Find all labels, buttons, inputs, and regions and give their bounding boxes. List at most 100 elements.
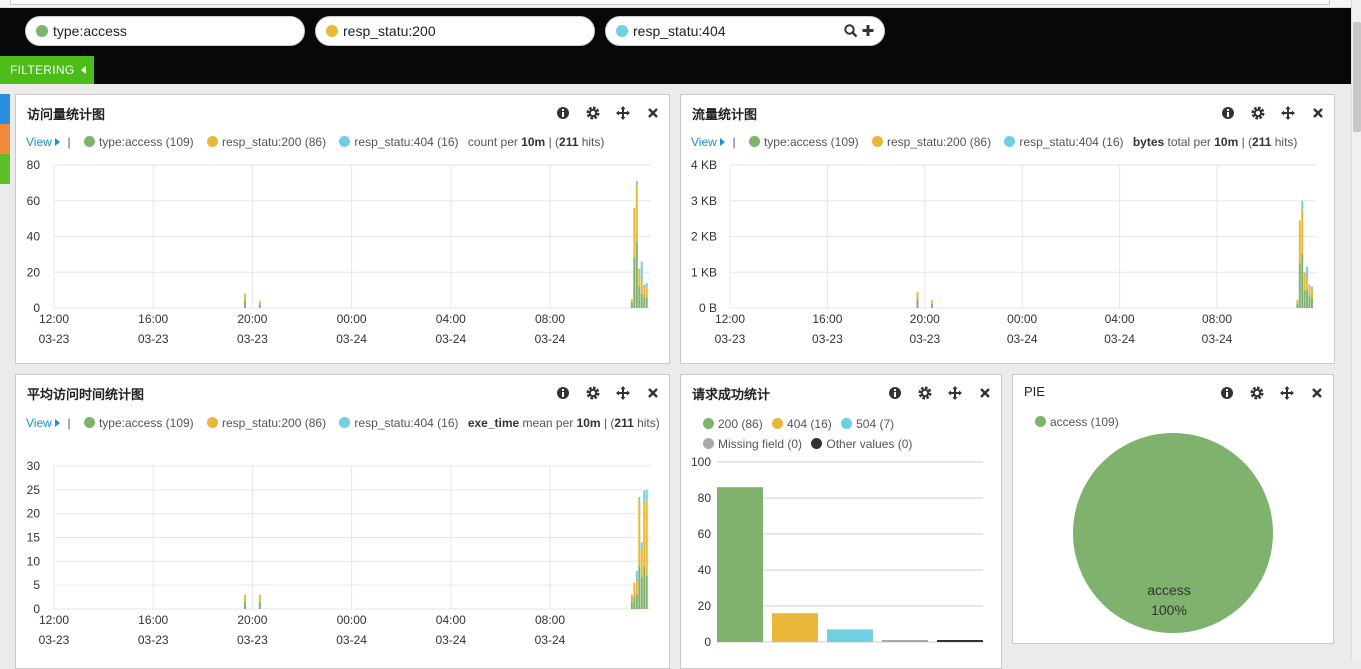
gear-icon[interactable]: [1250, 105, 1266, 121]
legend-item[interactable]: 404 (16): [787, 417, 832, 431]
histogram-bar-segment[interactable]: [640, 578, 643, 609]
histogram-bar-segment[interactable]: [643, 490, 646, 505]
info-icon[interactable]: [887, 385, 903, 401]
move-icon[interactable]: [1280, 105, 1296, 121]
side-tab-green[interactable]: [0, 154, 10, 184]
histogram-bar-segment[interactable]: [645, 286, 648, 298]
legend-item[interactable]: resp_statu:404 (16): [1019, 135, 1123, 149]
histogram-bar-segment[interactable]: [1308, 284, 1311, 287]
legend-item[interactable]: type:access (109): [99, 416, 194, 430]
histogram-bar-segment[interactable]: [638, 496, 641, 500]
move-icon[interactable]: [615, 105, 631, 121]
histogram-bar-segment[interactable]: [1303, 290, 1306, 308]
histogram-bar-segment[interactable]: [645, 489, 648, 500]
histogram-bar-segment[interactable]: [916, 291, 919, 300]
histogram-bar-segment[interactable]: [1306, 290, 1309, 308]
histogram-bar-segment[interactable]: [638, 286, 641, 308]
histogram-bar-segment[interactable]: [645, 297, 648, 308]
query-input-2[interactable]: resp_statu:200: [315, 16, 595, 46]
histogram-bar-segment[interactable]: [645, 575, 648, 609]
histogram-bar-segment[interactable]: [638, 566, 641, 609]
legend-dot-200[interactable]: [872, 136, 884, 147]
gear-icon[interactable]: [585, 105, 601, 121]
plus-icon[interactable]: [862, 23, 874, 39]
legend-item[interactable]: resp_statu:200 (86): [222, 135, 326, 149]
histogram-bar-segment[interactable]: [645, 499, 648, 576]
query-input-1[interactable]: type:access: [25, 16, 305, 46]
legend-item[interactable]: Missing field (0): [718, 437, 802, 451]
histogram-bar-segment[interactable]: [633, 207, 636, 258]
histogram-bar-segment[interactable]: [1306, 266, 1309, 278]
view-menu-link[interactable]: View: [691, 135, 726, 149]
query-input-3[interactable]: resp_statu:404: [605, 16, 885, 46]
terms-bar[interactable]: [937, 640, 983, 642]
histogram-bar-segment[interactable]: [638, 268, 641, 287]
histogram-bar-segment[interactable]: [243, 594, 246, 602]
histogram-bar-segment[interactable]: [630, 594, 633, 602]
histogram-bar-segment[interactable]: [1310, 286, 1313, 291]
query-color-dot[interactable]: [36, 25, 48, 37]
legend-dot-access[interactable]: [748, 136, 760, 147]
legend-item[interactable]: Other values (0): [826, 437, 912, 451]
legend-item[interactable]: resp_statu:200 (86): [887, 135, 991, 149]
terms-bar[interactable]: [772, 613, 818, 642]
view-menu-link[interactable]: View: [26, 135, 61, 149]
query-color-dot[interactable]: [616, 25, 628, 37]
histogram-bar-segment[interactable]: [635, 570, 638, 581]
query-color-dot[interactable]: [326, 25, 338, 37]
gear-icon[interactable]: [917, 385, 933, 401]
legend-dot-200[interactable]: [207, 136, 219, 147]
info-icon[interactable]: [1220, 105, 1236, 121]
histogram-bar-segment[interactable]: [643, 297, 646, 308]
legend-dot-200[interactable]: [207, 417, 219, 428]
close-icon[interactable]: [645, 105, 661, 121]
legend-dot-504[interactable]: [841, 418, 853, 429]
move-icon[interactable]: [615, 385, 631, 401]
search-icon[interactable]: [844, 23, 858, 39]
histogram-bar-segment[interactable]: [1301, 200, 1304, 210]
histogram-bar-segment[interactable]: [635, 580, 638, 595]
histogram-bar-segment[interactable]: [645, 282, 648, 287]
scrollbar-thumb[interactable]: [1353, 22, 1361, 132]
legend-dot-404[interactable]: [339, 136, 351, 147]
legend-item[interactable]: resp_statu:404 (16): [354, 135, 458, 149]
legend-dot-404[interactable]: [1004, 136, 1016, 147]
histogram-bar-segment[interactable]: [243, 601, 246, 609]
histogram-bar-segment[interactable]: [931, 300, 934, 304]
histogram-bar-segment[interactable]: [635, 241, 638, 308]
info-icon[interactable]: [555, 385, 571, 401]
legend-dot-access[interactable]: [83, 417, 95, 428]
histogram-bar-segment[interactable]: [1301, 209, 1304, 255]
terms-bar[interactable]: [827, 629, 873, 642]
gear-icon[interactable]: [585, 385, 601, 401]
histogram-bar-segment[interactable]: [640, 293, 643, 308]
legend-item[interactable]: 200 (86): [718, 417, 763, 431]
histogram-bar-segment[interactable]: [258, 601, 261, 609]
side-tab-blue[interactable]: [0, 94, 10, 124]
legend-dot-404[interactable]: [339, 417, 351, 428]
legend-item[interactable]: resp_statu:200 (86): [222, 416, 326, 430]
histogram-bar-segment[interactable]: [630, 601, 633, 609]
histogram-bar-segment[interactable]: [243, 293, 246, 301]
histogram-bar-segment[interactable]: [1296, 303, 1299, 308]
histogram-bar-segment[interactable]: [633, 257, 636, 308]
histogram-bar-segment[interactable]: [643, 284, 646, 289]
legend-dot-missing[interactable]: [703, 438, 714, 449]
histogram-bar-segment[interactable]: [258, 594, 261, 602]
histogram-bar-segment[interactable]: [1298, 220, 1301, 264]
histogram-bar-segment[interactable]: [640, 261, 643, 282]
legend-item[interactable]: 504 (7): [856, 417, 894, 431]
histogram-bar-segment[interactable]: [643, 566, 646, 609]
histogram-bar-segment[interactable]: [640, 542, 643, 550]
histogram-bar-segment[interactable]: [1296, 300, 1299, 304]
close-icon[interactable]: [645, 385, 661, 401]
move-icon[interactable]: [947, 385, 963, 401]
histogram-bar-segment[interactable]: [635, 181, 638, 185]
histogram-bar-segment[interactable]: [635, 184, 638, 242]
histogram-bar-segment[interactable]: [640, 281, 643, 294]
terms-bar[interactable]: [882, 640, 928, 642]
legend-dot-404[interactable]: [772, 418, 784, 429]
histogram-bar-segment[interactable]: [630, 299, 633, 303]
histogram-bar-segment[interactable]: [1298, 263, 1301, 308]
histogram-bar-segment[interactable]: [1310, 290, 1313, 298]
